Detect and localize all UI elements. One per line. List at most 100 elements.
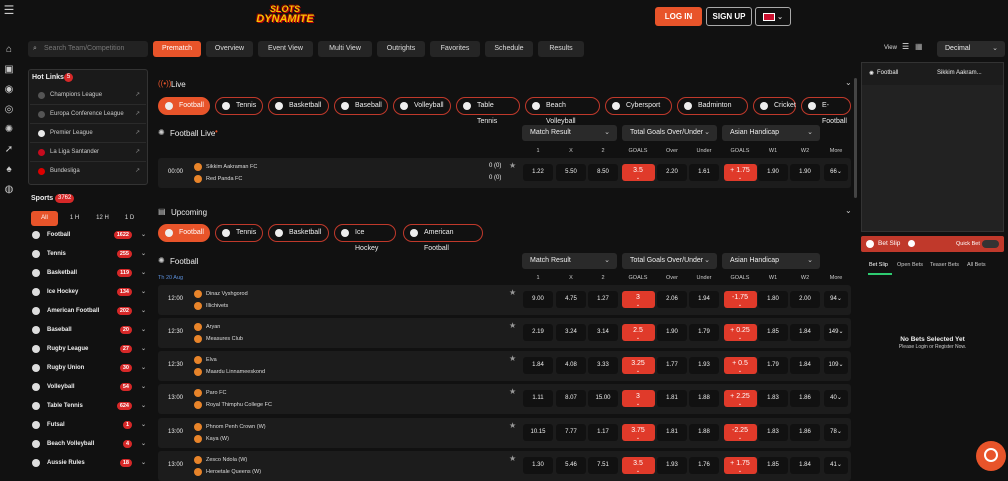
more-markets-button[interactable]: 41⌄ [824, 457, 848, 474]
odds-button[interactable]: 8.07 [556, 390, 586, 407]
sport-pill[interactable]: American Football [403, 224, 483, 252]
odds-button[interactable]: 1.11 [523, 390, 553, 407]
filter-all[interactable]: All [31, 211, 58, 226]
tab-schedule[interactable]: Schedule [485, 41, 533, 57]
market-select[interactable]: Total Goals Over/Under ⌄ [622, 253, 717, 269]
odds-button[interactable]: 1.84 [790, 324, 820, 341]
sport-pill[interactable]: Ice Hockey [334, 224, 396, 252]
event-row[interactable]: 12:30 Aryan Measures Club ★ 2.19 3.24 3.14 2.5 ⌄… [158, 318, 851, 348]
odds-button[interactable]: 7.77 [556, 424, 586, 441]
event-row[interactable]: 13:00 Zesco Ndola (W) Heroetale Queens (W)… [158, 451, 851, 481]
favorite-star-icon[interactable]: ★ [509, 321, 516, 330]
odds-button[interactable]: 1.93 [689, 357, 719, 374]
sport-item[interactable]: Aussie Rules 18 ⌄ [32, 456, 148, 470]
login-hint[interactable]: Please Login or Register Now. [861, 344, 1004, 350]
favorite-star-icon[interactable]: ★ [509, 421, 516, 430]
odds-button[interactable]: 1.90 [657, 324, 687, 341]
sport-pill[interactable]: Table Tennis [456, 97, 520, 125]
odds-button[interactable]: 2.5 ⌄ [621, 324, 655, 341]
sport-pill[interactable]: Volleyball [393, 97, 451, 115]
tab-favorites[interactable]: Favorites [430, 41, 480, 57]
search-input[interactable]: ⌕ Search Team/Competition [28, 41, 148, 57]
bet-slip-tab[interactable]: Open Bets [897, 262, 923, 268]
collapse-icon[interactable]: ⌄ [845, 78, 852, 87]
soccer-icon[interactable]: ✺ [3, 124, 15, 136]
collapse-icon[interactable]: ⌄ [845, 206, 852, 215]
odds-button[interactable]: 1.79 [758, 357, 788, 374]
sport-pill[interactable]: Football [158, 224, 210, 242]
language-select[interactable]: ⌄ [755, 7, 791, 26]
market-select[interactable]: Total Goals Over/Under ⌄ [622, 125, 717, 141]
odds-button[interactable]: 1.79 [689, 324, 719, 341]
odds-button[interactable]: 1.83 [758, 424, 788, 441]
filter-1h[interactable]: 1 H [61, 211, 88, 226]
odds-button[interactable]: 1.81 [657, 390, 687, 407]
login-button[interactable]: LOG IN [655, 7, 702, 26]
sport-pill[interactable]: Cricket [753, 97, 796, 115]
odds-button[interactable]: 1.86 [790, 424, 820, 441]
tab-prematch[interactable]: Prematch [153, 41, 201, 57]
quick-bet-toggle[interactable] [982, 240, 999, 248]
filter-1d[interactable]: 1 D [116, 211, 143, 226]
more-markets-button[interactable]: 109⌄ [824, 357, 848, 374]
odds-button[interactable]: -1.75 ⌄ [723, 291, 757, 308]
site-logo[interactable]: SLOTS DYNAMITE [250, 4, 320, 25]
odds-button[interactable]: 2.20 [657, 164, 687, 181]
tab-outrights[interactable]: Outrights [377, 41, 425, 57]
sport-item[interactable]: American Football 202 ⌄ [32, 304, 148, 318]
favorite-star-icon[interactable]: ★ [509, 288, 516, 297]
sport-pill[interactable]: Tennis [215, 224, 263, 242]
odds-button[interactable]: 1.88 [689, 390, 719, 407]
odds-button[interactable]: 9.00 [523, 291, 553, 308]
sport-pill[interactable]: Baseball [334, 97, 388, 115]
sport-item[interactable]: Table Tennis 624 ⌄ [32, 399, 148, 413]
odds-button[interactable]: 1.93 [657, 457, 687, 474]
odds-button[interactable]: 8.50 [588, 164, 618, 181]
odds-button[interactable]: 1.76 [689, 457, 719, 474]
event-row[interactable]: 12:00 Dinaz Vyshgorod Illichivets ★ 9.00 4.75… [158, 285, 851, 315]
odds-button[interactable]: 2.06 [657, 291, 687, 308]
odds-button[interactable]: 1.90 [790, 164, 820, 181]
odds-button[interactable]: 1.83 [758, 390, 788, 407]
odds-button[interactable]: 5.50 [556, 164, 586, 181]
bet-slip-tab[interactable]: All Bets [967, 262, 986, 268]
odds-button[interactable]: 5.46 [556, 457, 586, 474]
sport-pill[interactable]: Badminton [677, 97, 748, 115]
list-view-icon[interactable]: ☰ [902, 42, 912, 54]
event-row[interactable]: 13:00 Paro FC Royal Thimphu College FC ★ 1.1… [158, 384, 851, 414]
favorite-star-icon[interactable]: ★ [509, 354, 516, 363]
odds-button[interactable]: 1.30 [523, 457, 553, 474]
market-select[interactable]: Match Result ⌄ [522, 125, 617, 141]
hot-link-item[interactable]: Europa Conference League ↗ [30, 105, 146, 124]
odds-button[interactable]: 1.27 [588, 291, 618, 308]
sport-item[interactable]: Beach Volleyball 4 ⌄ [32, 437, 148, 451]
odds-button[interactable]: + 1.75 ⌄ [723, 164, 757, 181]
event-row[interactable]: 13:00 Phnom Penh Crown (W) Kaya (W) ★ 10.15 7… [158, 418, 851, 448]
hot-link-item[interactable]: Champions League ↗ [30, 86, 146, 105]
sport-item[interactable]: Volleyball 54 ⌄ [32, 380, 148, 394]
odds-button[interactable]: 1.22 [523, 164, 553, 181]
odds-button[interactable]: 1.88 [689, 424, 719, 441]
grid-view-icon[interactable]: ▦ [915, 42, 925, 54]
event-row[interactable]: 00:00 Sikkim Aakraman FC Red Panda FC 0 (0)… [158, 158, 851, 188]
odds-button[interactable]: 1.77 [657, 357, 687, 374]
odds-button[interactable]: 1.81 [657, 424, 687, 441]
more-markets-button[interactable]: 40⌄ [824, 390, 848, 407]
odds-button[interactable]: 2.00 [790, 291, 820, 308]
odds-button[interactable]: 1.85 [758, 457, 788, 474]
odds-button[interactable]: + 0.25 ⌄ [723, 324, 757, 341]
favorite-star-icon[interactable]: ★ [509, 387, 516, 396]
tab-overview[interactable]: Overview [206, 41, 253, 57]
gift-icon[interactable]: ▣ [3, 64, 15, 76]
odds-button[interactable]: + 0.5 ⌄ [723, 357, 757, 374]
signup-button[interactable]: SIGN UP [706, 7, 752, 26]
odds-button[interactable]: 2.19 [523, 324, 553, 341]
odds-button[interactable]: + 1.75 ⌄ [723, 457, 757, 474]
more-markets-button[interactable]: 78⌄ [824, 424, 848, 441]
more-markets-button[interactable]: 66⌄ [824, 164, 848, 181]
odds-button[interactable]: 1.84 [523, 357, 553, 374]
event-row[interactable]: 12:30 Elva Maardu Linnameeskond ★ 1.84 4.08 3.… [158, 351, 851, 381]
odds-button[interactable]: 15.00 [588, 390, 618, 407]
odds-button[interactable]: 4.08 [556, 357, 586, 374]
odds-button[interactable]: 3.5 ⌄ [621, 164, 655, 181]
